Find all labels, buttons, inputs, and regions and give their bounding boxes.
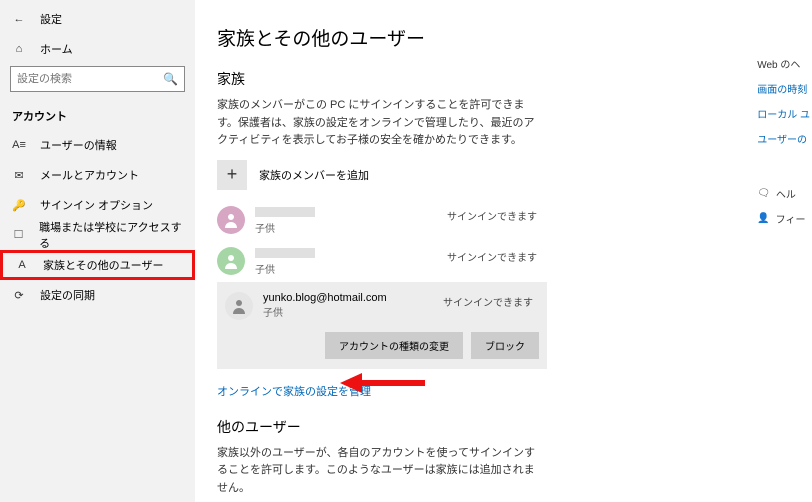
others-desc: 家族以外のユーザーが、各自のアカウントを使ってサインインすることを許可します。こ… <box>217 445 537 498</box>
family-heading: 家族 <box>217 69 790 89</box>
member-status: サインインできます <box>443 294 533 309</box>
back-button[interactable]: ← 設定 <box>0 4 195 34</box>
sidebar-item-userinfo[interactable]: A≡ ユーザーの情報 <box>0 130 195 160</box>
sidebar-label: メールとアカウント <box>40 167 139 183</box>
home-button[interactable]: ⌂ ホーム <box>0 34 195 64</box>
member-email: yunko.blog@hotmail.com <box>263 292 387 304</box>
home-label: ホーム <box>40 41 73 57</box>
sidebar-label: 職場または学校にアクセスする <box>39 219 183 251</box>
search-icon: 🔍 <box>163 72 178 86</box>
sidebar-section-account: アカウント <box>0 98 195 130</box>
briefcase-icon: 🞎 <box>12 229 25 242</box>
mail-icon: ✉ <box>12 169 26 182</box>
main-content: 家族とその他のユーザー 家族 家族のメンバーがこの PC にサインインすることを… <box>195 0 812 502</box>
family-member-row[interactable]: 子供 サインインできます <box>217 241 547 282</box>
feedback-icon: 👤 <box>757 213 769 224</box>
member-name <box>255 207 315 217</box>
member-status: サインインできます <box>447 208 537 223</box>
search-input[interactable] <box>17 73 163 85</box>
plus-icon: + <box>217 160 247 190</box>
rc-link[interactable]: 画面の時刻 <box>757 81 810 96</box>
member-type: 子供 <box>255 265 275 276</box>
change-account-type-button[interactable]: アカウントの種類の変更 <box>325 332 463 359</box>
rc-heading: Web のヘ <box>757 56 810 71</box>
sidebar-label: 設定の同期 <box>40 287 95 303</box>
add-family-member[interactable]: + 家族のメンバーを追加 <box>217 160 790 190</box>
member-status: サインインできます <box>447 249 537 264</box>
rc-link[interactable]: ユーザーの <box>757 131 810 146</box>
sidebar-label: 家族とその他のユーザー <box>43 257 163 273</box>
member-name <box>255 248 315 258</box>
others-heading: 他のユーザー <box>217 417 790 437</box>
member-type: 子供 <box>263 308 283 319</box>
avatar-icon <box>225 292 253 320</box>
annotation-arrow <box>340 368 430 398</box>
family-member-row-selected[interactable]: yunko.blog@hotmail.com 子供 サインインできます アカウン… <box>217 282 547 369</box>
sidebar-item-signin[interactable]: 🔑 サインイン オプション <box>0 190 195 220</box>
member-type: 子供 <box>255 224 275 235</box>
avatar-icon <box>217 206 245 234</box>
sidebar-label: ユーザーの情報 <box>40 137 117 153</box>
feedback-link[interactable]: 👤フィー <box>757 211 810 226</box>
family-desc: 家族のメンバーがこの PC にサインインすることを許可できます。保護者は、家族の… <box>217 97 537 150</box>
settings-title: 設定 <box>40 11 62 27</box>
right-column: Web のヘ 画面の時刻 ローカル ユ ユーザーの 🗨ヘル 👤フィー <box>757 56 812 236</box>
sidebar: ← 設定 ⌂ ホーム 🔍 アカウント A≡ ユーザーの情報 ✉ メールとアカウン… <box>0 0 195 502</box>
block-button[interactable]: ブロック <box>471 332 539 359</box>
sidebar-item-work[interactable]: 🞎 職場または学校にアクセスする <box>0 220 195 250</box>
sidebar-item-sync[interactable]: ⟳ 設定の同期 <box>0 280 195 310</box>
sidebar-item-mail[interactable]: ✉ メールとアカウント <box>0 160 195 190</box>
search-box[interactable]: 🔍 <box>10 66 185 92</box>
sidebar-label: サインイン オプション <box>40 197 153 213</box>
add-family-label: 家族のメンバーを追加 <box>259 167 369 183</box>
user-icon: A≡ <box>12 139 26 151</box>
key-icon: 🔑 <box>12 199 26 212</box>
sidebar-item-family[interactable]: A 家族とその他のユーザー <box>0 250 195 280</box>
back-arrow-icon: ← <box>12 13 26 25</box>
page-title: 家族とその他のユーザー <box>217 24 790 51</box>
help-icon: 🗨 <box>757 188 770 199</box>
home-icon: ⌂ <box>12 43 26 55</box>
avatar-icon <box>217 247 245 275</box>
sync-icon: ⟳ <box>12 289 26 302</box>
people-icon: A <box>15 259 29 271</box>
family-member-row[interactable]: 子供 サインインできます <box>217 200 547 241</box>
rc-link[interactable]: ローカル ユ <box>757 106 810 121</box>
help-link[interactable]: 🗨ヘル <box>757 186 810 201</box>
